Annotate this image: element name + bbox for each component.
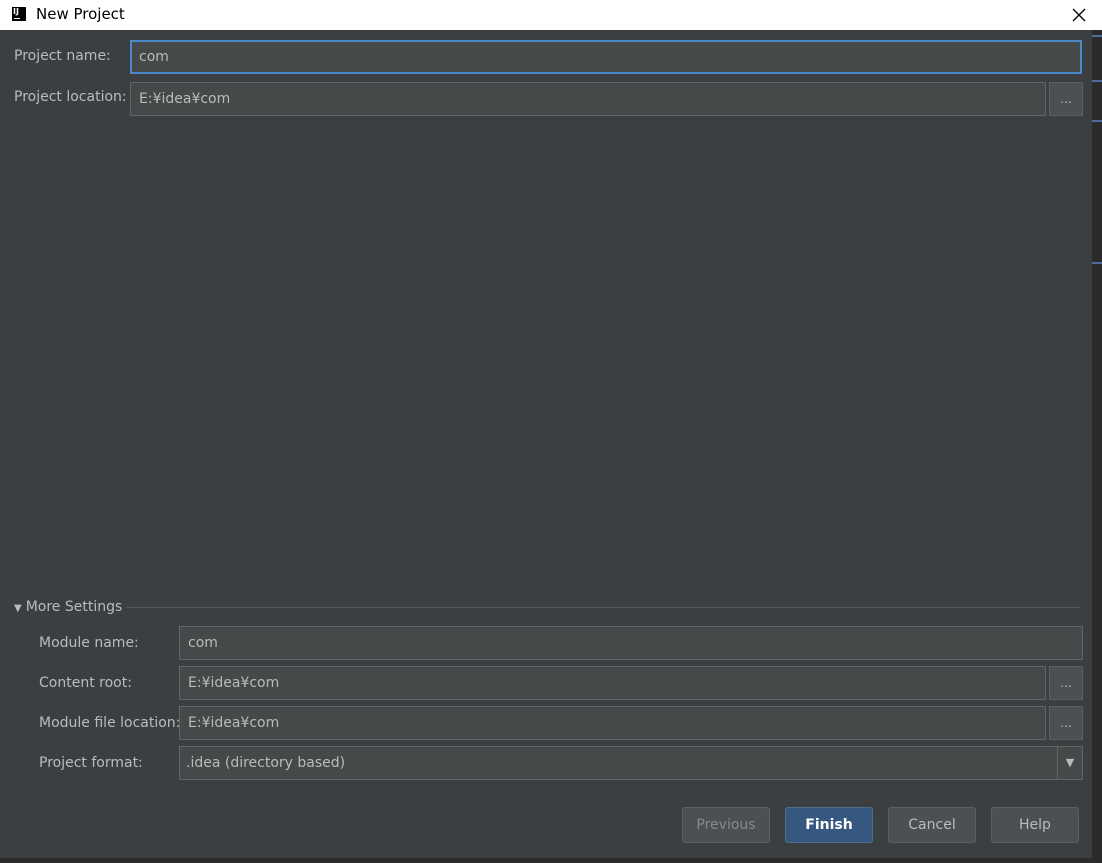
content-root-input[interactable]: E:¥idea¥com	[179, 666, 1046, 700]
help-button[interactable]: Help	[991, 807, 1079, 843]
window-bottom-edge	[0, 858, 1102, 863]
section-divider	[126, 607, 1080, 608]
title-bar: IJ New Project	[0, 0, 1102, 30]
triangle-down-icon: ▼	[14, 603, 22, 614]
cancel-button[interactable]: Cancel	[888, 807, 976, 843]
close-button[interactable]	[1066, 2, 1092, 28]
project-format-label: Project format:	[39, 755, 143, 771]
intellij-app-icon: IJ	[12, 7, 26, 21]
project-format-value: .idea (directory based)	[186, 755, 346, 771]
project-format-select[interactable]: .idea (directory based) ▼	[179, 746, 1083, 780]
more-settings-label: More Settings	[25, 599, 123, 615]
more-settings-toggle[interactable]: ▼ More Settings	[14, 599, 122, 615]
close-icon	[1072, 8, 1086, 22]
finish-button[interactable]: Finish	[785, 807, 873, 843]
window-edge	[1092, 30, 1102, 863]
project-location-input[interactable]: E:¥idea¥com	[130, 82, 1046, 116]
project-location-browse-button[interactable]: ...	[1049, 82, 1083, 116]
content-root-label: Content root:	[39, 675, 132, 691]
module-file-location-browse-button[interactable]: ...	[1049, 706, 1083, 740]
content-root-browse-button[interactable]: ...	[1049, 666, 1083, 700]
project-name-input[interactable]: com	[130, 40, 1082, 74]
module-file-location-label: Module file location:	[39, 715, 181, 731]
project-name-label: Project name:	[14, 48, 111, 64]
module-name-input[interactable]: com	[179, 626, 1083, 660]
module-name-label: Module name:	[39, 635, 139, 651]
window-title: New Project	[36, 5, 125, 23]
project-location-label: Project location:	[14, 89, 127, 105]
module-file-location-input[interactable]: E:¥idea¥com	[179, 706, 1046, 740]
previous-button[interactable]: Previous	[682, 807, 770, 843]
dropdown-arrow-icon[interactable]: ▼	[1057, 747, 1082, 779]
